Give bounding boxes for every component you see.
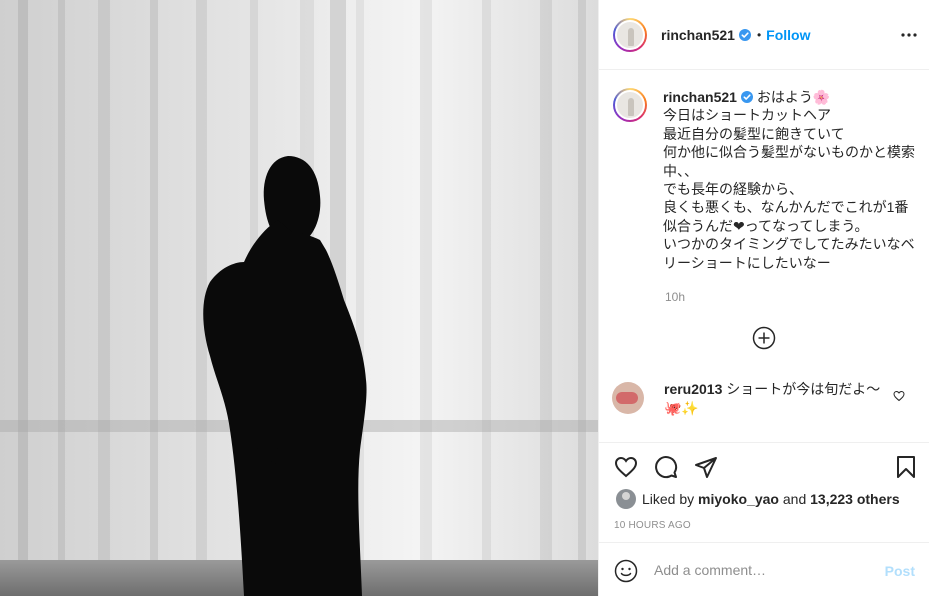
comment-icon[interactable] [654,455,678,479]
commenter-username[interactable]: reru2013 [664,381,722,397]
likes-summary: Liked by miyoko_yao and 13,223 others [616,489,900,509]
author-username[interactable]: rinchan521 [661,27,751,43]
add-comment-circle-icon[interactable] [752,326,776,350]
post-photo[interactable] [0,0,598,596]
verified-icon [740,91,753,103]
comment-input[interactable] [654,557,874,583]
comment-like-heart-icon[interactable] [893,390,905,402]
likes-prefix: Liked by [642,491,695,507]
liker-avatar[interactable] [616,489,636,509]
action-bar: Liked by miyoko_yao and 13,223 others 10… [598,442,929,542]
post-dialog: rinchan521 • Follow rinchan521 おはよう🌸 今日は… [0,0,929,596]
caption-body: おはよう🌸 今日はショートカットヘア 最近自分の髪型に飽きていて 何か他に似合う… [663,89,915,271]
separator-dot: • [756,27,762,42]
caption-username[interactable]: rinchan521 [663,89,737,105]
post-timestamp[interactable]: 10 HOURS AGO [614,520,691,531]
heart-icon[interactable] [614,455,638,479]
caption-time[interactable]: 10h [665,290,685,304]
caption-avatar[interactable] [613,88,647,122]
bookmark-icon[interactable] [894,455,918,479]
caption: rinchan521 おはよう🌸 今日はショートカットヘア 最近自分の髪型に飽き… [613,88,918,272]
likes-count[interactable]: 13,223 others [810,491,900,507]
comment-item: reru2013 ショートが今は旬だよ〜🐙✨ [612,380,917,418]
comment-text: reru2013 ショートが今は旬だよ〜🐙✨ [664,380,889,418]
likes-middle: and [782,491,807,507]
commenter-avatar[interactable] [612,382,644,414]
post-comment-button[interactable]: Post [885,563,915,579]
share-icon[interactable] [694,455,718,479]
photo-artwork [0,0,598,596]
verified-icon [738,28,751,41]
liker-username[interactable]: miyoko_yao [698,491,779,507]
more-icon[interactable] [900,26,918,44]
add-comment-bar: Post [598,542,929,596]
post-header: rinchan521 • Follow [599,0,929,70]
emoji-icon[interactable] [614,559,638,583]
caption-text: rinchan521 おはよう🌸 今日はショートカットヘア 最近自分の髪型に飽き… [663,88,915,272]
follow-button[interactable]: Follow [766,27,810,43]
author-avatar[interactable] [613,17,647,52]
